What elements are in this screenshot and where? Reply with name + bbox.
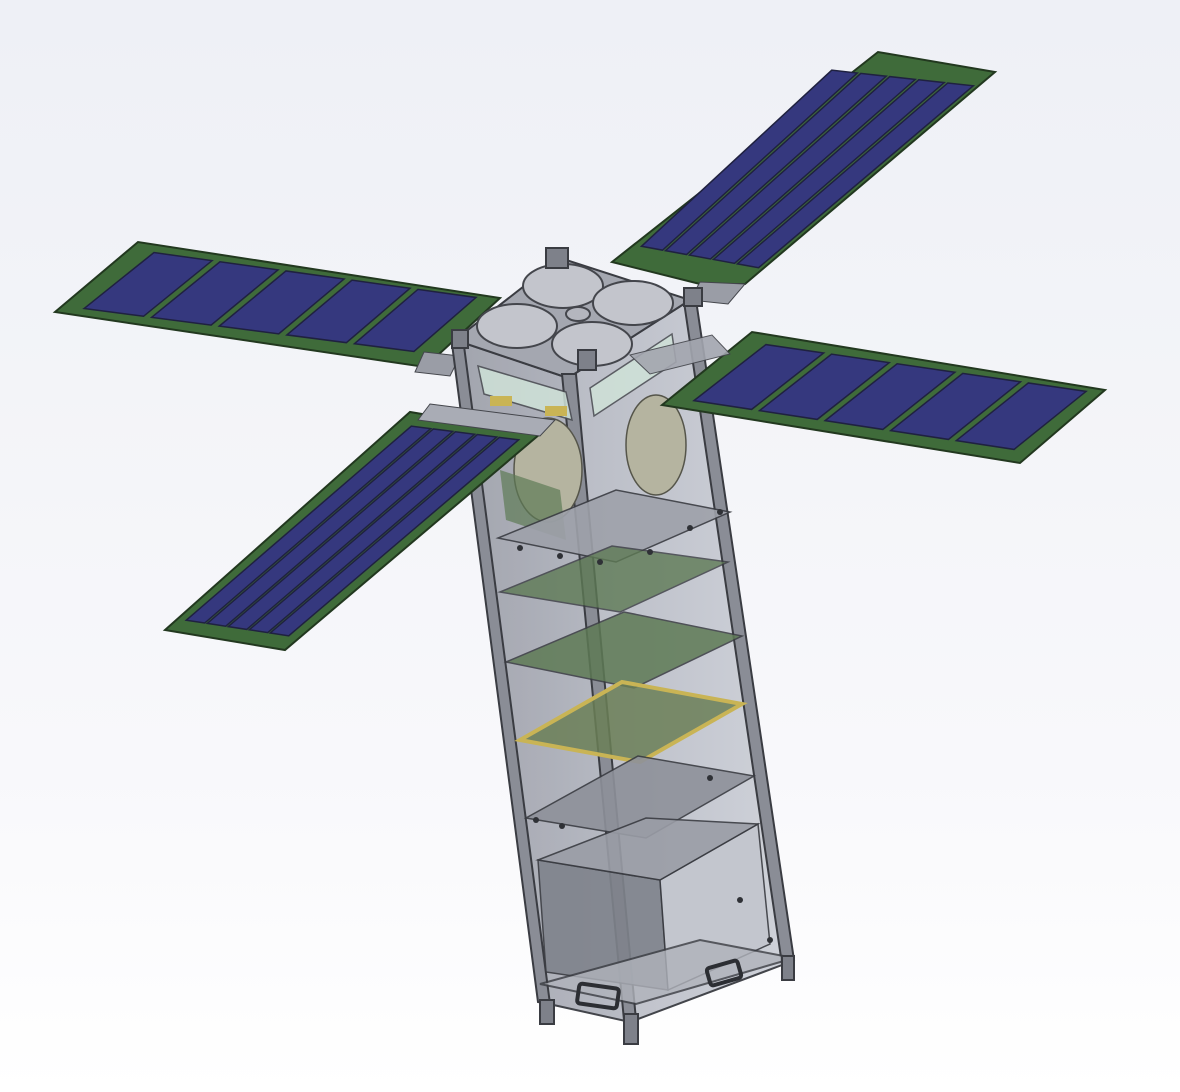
solar-cells <box>639 69 976 269</box>
rail-cap <box>683 287 703 307</box>
rail-cap <box>577 349 597 371</box>
panel-upper-left <box>52 240 503 377</box>
center-port <box>565 306 591 322</box>
panel-upper-right <box>609 50 998 305</box>
rail-foot <box>781 955 795 981</box>
cad-viewport <box>0 0 1180 1092</box>
gold-connector <box>490 396 512 406</box>
gold-connector <box>545 406 567 416</box>
cubesat-model <box>52 50 1108 1045</box>
rail-foot <box>623 1013 639 1045</box>
wheel-cover <box>476 303 558 349</box>
rail-cap <box>451 329 469 349</box>
rail-foot <box>539 999 555 1025</box>
wheel-cover <box>522 263 604 309</box>
rail-cap <box>545 247 569 269</box>
solar-cell <box>226 430 477 631</box>
wheel-cover <box>592 280 674 326</box>
reaction-wheel <box>625 394 687 496</box>
solar-cells <box>184 425 521 637</box>
